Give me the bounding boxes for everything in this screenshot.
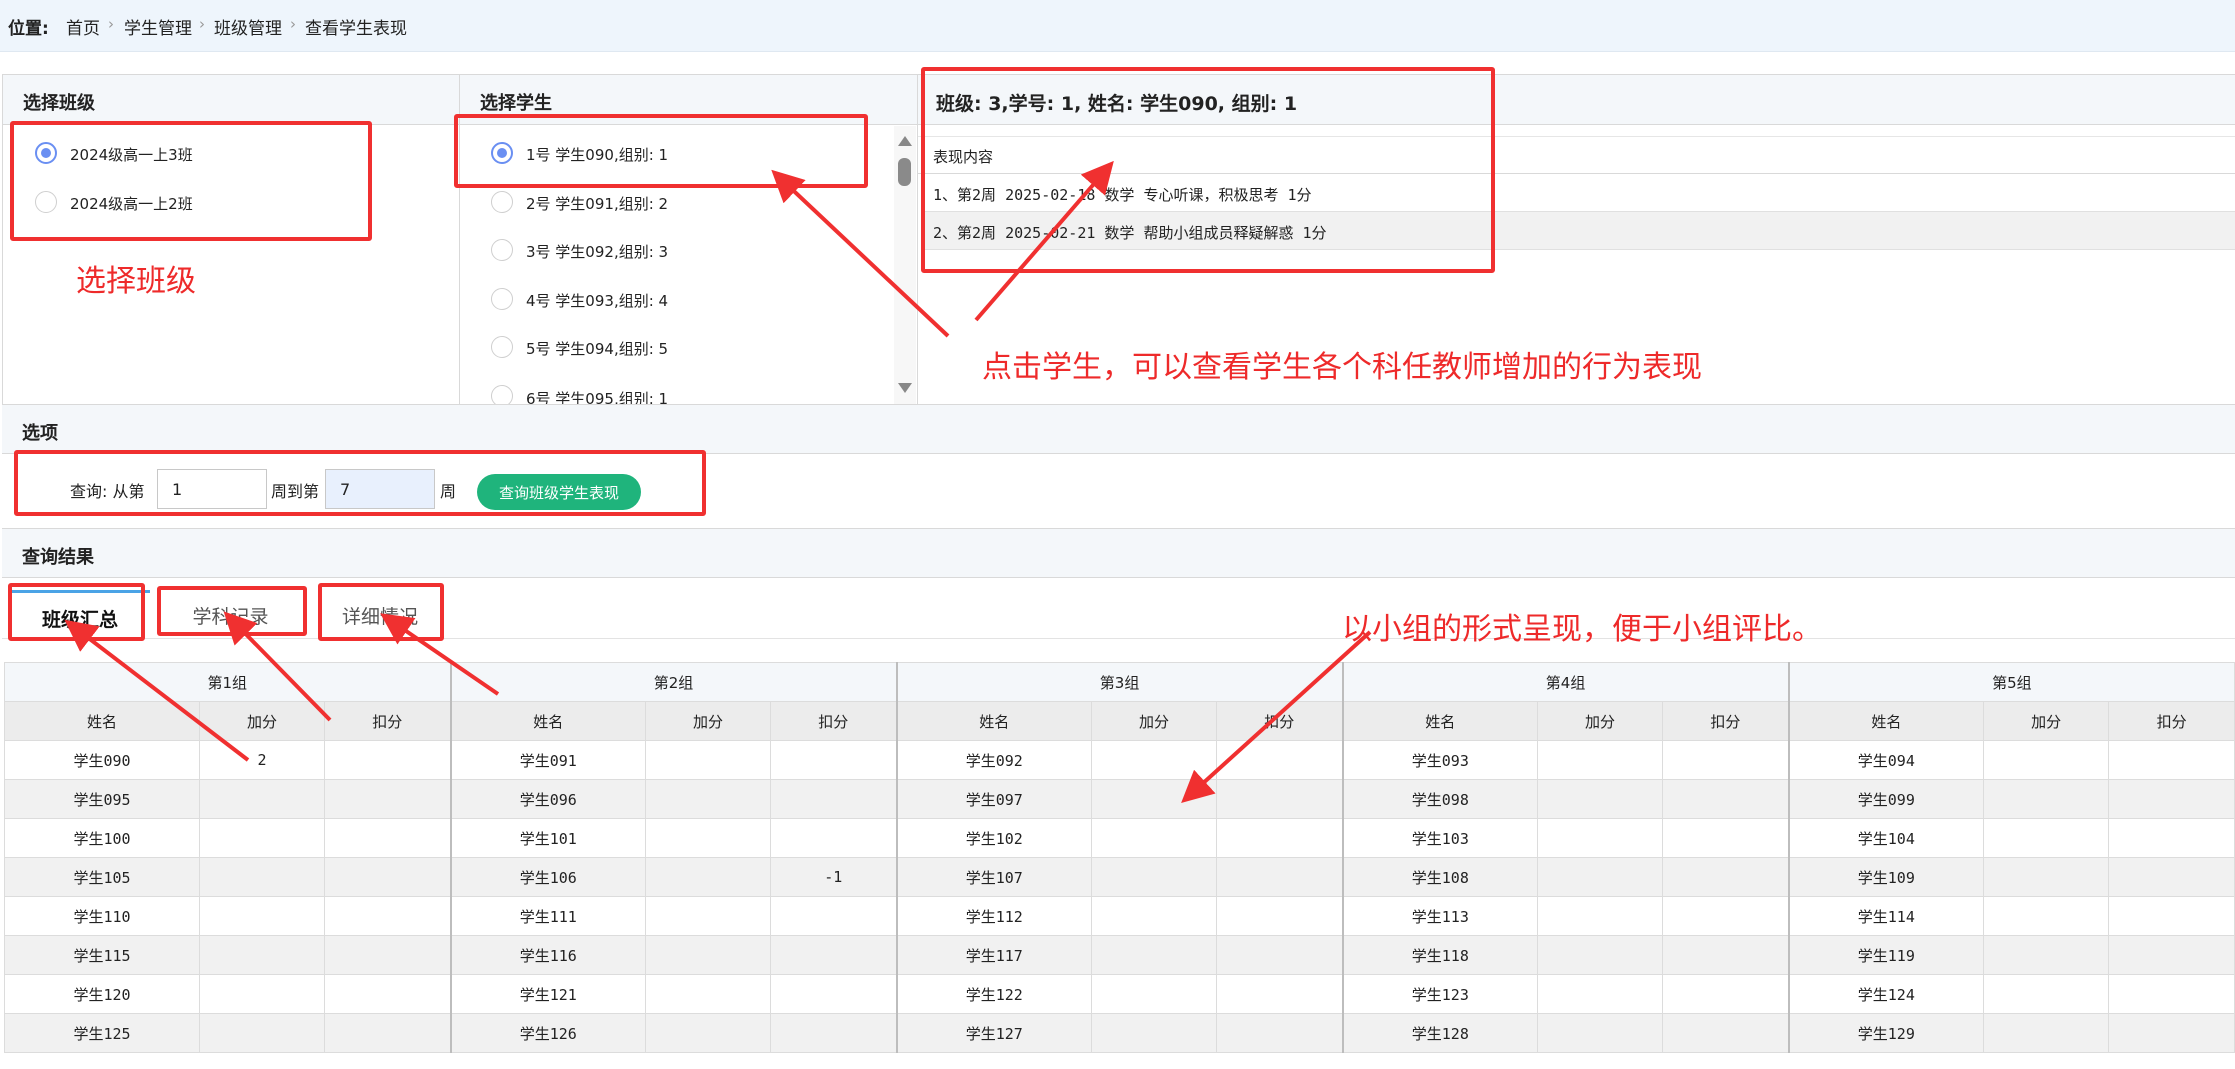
arrow-to-tab	[64, 619, 250, 762]
arrow-to-student	[771, 169, 950, 338]
arrow-to-detail	[974, 160, 1114, 322]
annotation-arrows	[64, 160, 1372, 804]
arrow-to-tab	[380, 613, 500, 696]
arrow-to-table	[1181, 630, 1372, 804]
arrow-to-tab	[223, 611, 332, 722]
